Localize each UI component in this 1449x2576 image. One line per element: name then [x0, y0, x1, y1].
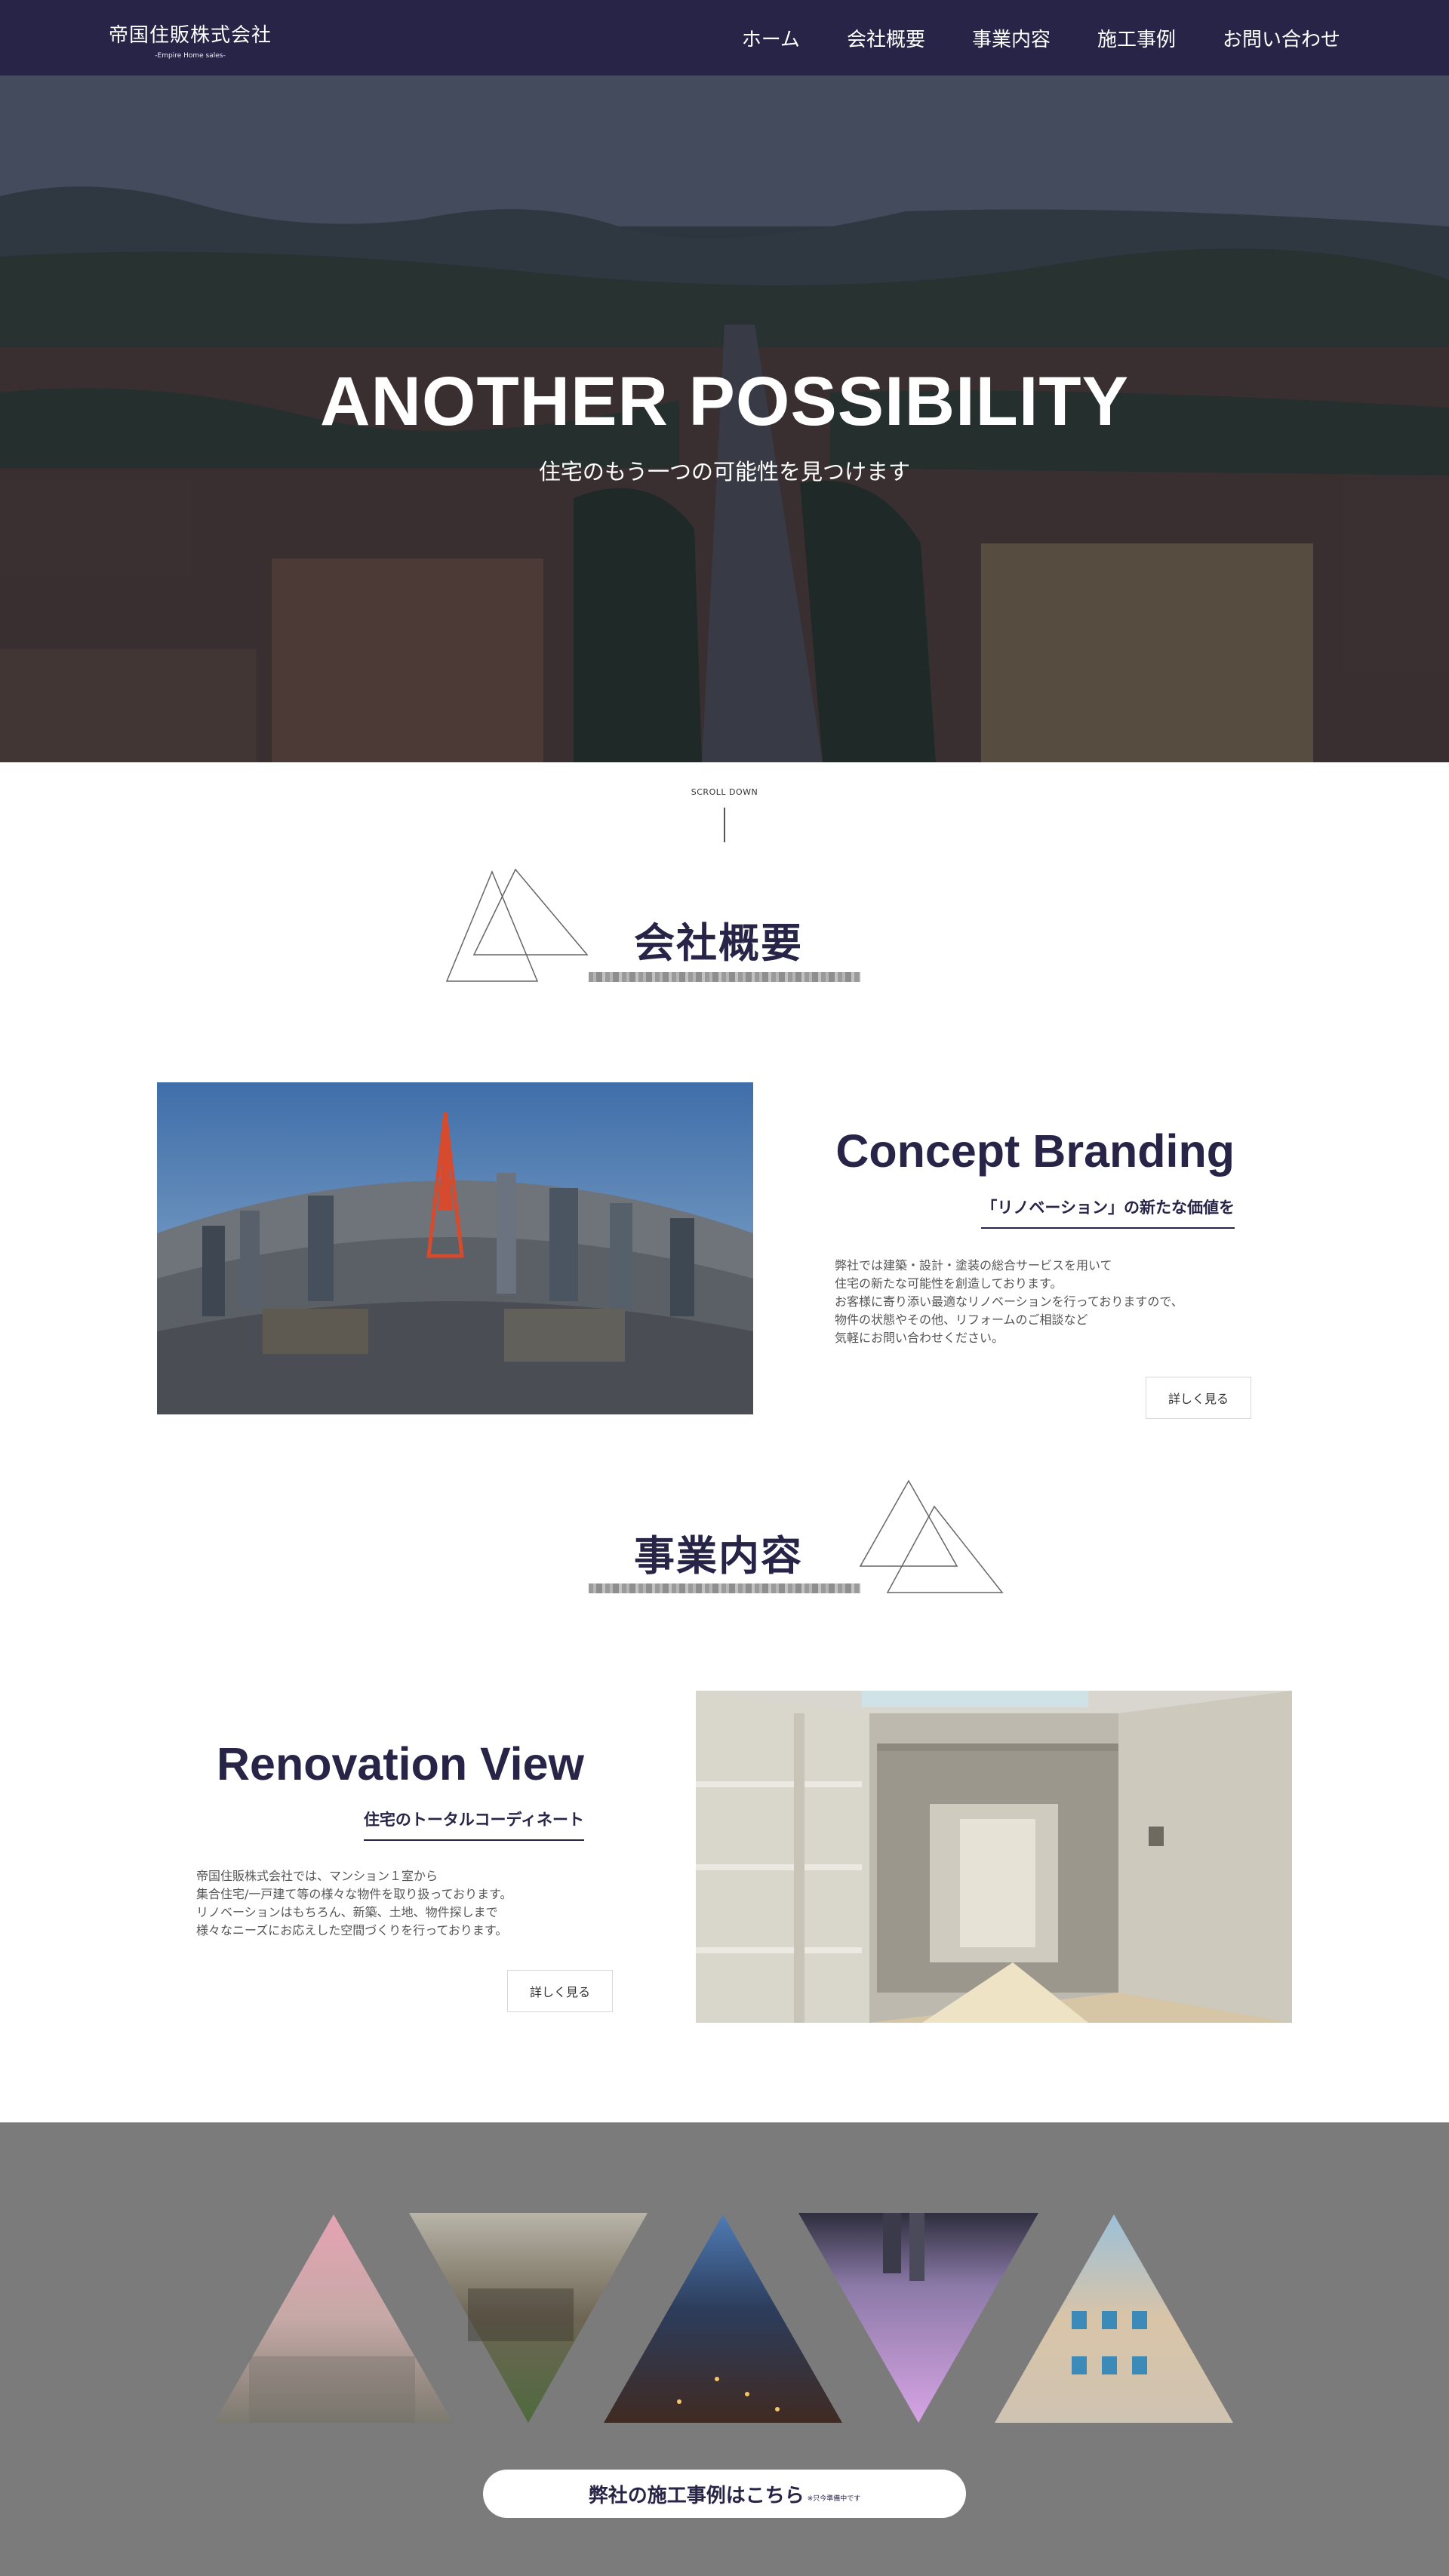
works-cta-note: ※只今準備中です — [807, 2494, 861, 2503]
concept-tagline: 「リノベーション」の新たな価値を — [981, 1196, 1235, 1229]
company-description-line: 住宅の新たな可能性を創造しております。 — [835, 1276, 1063, 1291]
logo-subtext: -Empire Home sales- — [155, 52, 226, 60]
triangle-decoration-icon — [445, 868, 589, 982]
gallery-triangle-towers[interactable] — [798, 2213, 1038, 2423]
company-heading: 会社概要 — [634, 919, 803, 967]
gallery-triangle-interior[interactable] — [409, 2213, 648, 2423]
hero-section: ANOTHER POSSIBILITY 住宅のもう一つの可能性を見つけます — [0, 75, 1449, 762]
main-nav: ホーム 会社概要 事業内容 施工事例 お問い合わせ — [742, 24, 1340, 52]
business-heading: 事業内容 — [634, 1532, 803, 1580]
gallery-triangle-night-city[interactable] — [604, 2214, 842, 2423]
company-description-line: お客様に寄り添い最適なリノベーションを行っておりますので、 — [835, 1294, 1183, 1309]
logo-text: 帝国住販株式会社 — [109, 24, 272, 47]
hero-subtitle: 住宅のもう一つの可能性を見つけます — [538, 459, 911, 485]
company-description: 弊社では建築・設計・塗装の総合サービスを用いて 住宅の新たな可能性を創造しており… — [835, 1257, 1183, 1347]
tokyo-cityscape-image — [157, 1082, 753, 1414]
heading-underline-bar — [589, 972, 860, 982]
gallery-triangle-building[interactable] — [995, 2214, 1233, 2423]
business-description-line: 帝国住販株式会社では、マンション１室から — [196, 1869, 438, 1883]
scroll-down-label[interactable]: SCROLL DOWN — [0, 787, 1449, 797]
renovation-view-title: Renovation View — [217, 1738, 584, 1790]
works-cta-label: 弊社の施工事例はこちら — [588, 2484, 804, 2507]
company-more-button[interactable]: 詳しく見る — [1146, 1377, 1251, 1419]
business-description: 帝国住販株式会社では、マンション１室から 集合住宅/一戸建て等の様々な物件を取り… — [196, 1867, 512, 1940]
nav-contact[interactable]: お問い合わせ — [1223, 24, 1340, 52]
scroll-indicator-line — [724, 808, 725, 842]
business-more-button[interactable]: 詳しく見る — [507, 1970, 613, 2012]
heading-underline-bar — [589, 1583, 860, 1593]
nav-business[interactable]: 事業内容 — [972, 24, 1051, 52]
hero-title: ANOTHER POSSIBILITY — [320, 363, 1129, 440]
nav-home[interactable]: ホーム — [742, 24, 800, 52]
site-logo[interactable]: 帝国住販株式会社 -Empire Home sales- — [109, 20, 272, 60]
triangle-decoration-icon — [859, 1479, 1004, 1593]
renovation-tagline: 住宅のトータルコーディネート — [363, 1808, 584, 1841]
gallery-triangle-city[interactable] — [214, 2214, 453, 2423]
site-header: 帝国住販株式会社 -Empire Home sales- ホーム 会社概要 事業… — [0, 0, 1449, 75]
business-description-line: リノベーションはもちろん、新築、土地、物件探しまで — [196, 1905, 498, 1919]
renovated-room-image — [696, 1691, 1292, 2023]
company-description-line: 物件の状態やその他、リフォームのご相談など — [835, 1313, 1088, 1327]
concept-branding-title: Concept Branding — [835, 1125, 1235, 1177]
works-cta-button[interactable]: 弊社の施工事例はこちら ※只今準備中です — [483, 2470, 966, 2518]
company-description-line: 弊社では建築・設計・塗装の総合サービスを用いて — [835, 1258, 1112, 1273]
nav-company[interactable]: 会社概要 — [847, 24, 925, 52]
nav-works[interactable]: 施工事例 — [1097, 24, 1176, 52]
company-description-line: 気軽にお問い合わせください。 — [835, 1331, 1004, 1345]
business-description-line: 集合住宅/一戸建て等の様々な物件を取り扱っております。 — [196, 1887, 512, 1901]
business-description-line: 様々なニーズにお応えした空間づくりを行っております。 — [196, 1923, 508, 1937]
